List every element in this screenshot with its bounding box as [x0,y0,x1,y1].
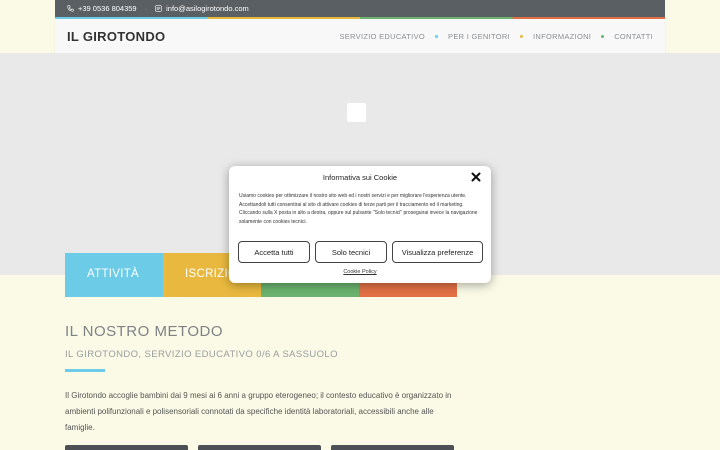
view-preferences-button[interactable]: Visualizza preferenze [392,241,483,263]
email-contact[interactable]: info@asilogirotondo.com [155,4,249,13]
button-row [65,445,454,450]
section-button[interactable] [331,445,454,450]
intro-paragraph: Il Girotondo accoglie bambini dai 9 mesi… [65,391,452,432]
contact-bar: +39 0536 804359 · info@asilogirotondo.co… [55,0,665,17]
section-button[interactable] [198,445,321,450]
phone-icon [67,5,74,12]
cookie-policy-link[interactable]: Cookie Policy [229,269,491,275]
slider-loader [347,103,366,122]
tab-attivita[interactable]: ATTIVITÀ [65,253,163,297]
main-nav: SERVIZIO EDUCATIVO PER I GENITORI INFORM… [339,32,653,41]
nav-dot [435,34,439,38]
phone-contact[interactable]: +39 0536 804359 [67,4,137,13]
section-divider [65,369,105,372]
nav-dot [520,34,524,38]
nav-per-i-genitori[interactable]: PER I GENITORI [448,32,510,41]
cookie-buttons: Accetta tutti Solo tecnici Visualizza pr… [238,241,483,263]
cookie-dialog: Informativa sui Cookie Usiamo cookies pe… [229,166,491,283]
contact-separator: · [144,4,148,13]
section-button[interactable] [65,445,188,450]
nav-servizio-educativo[interactable]: SERVIZIO EDUCATIVO [339,32,425,41]
nav-dot [601,34,605,38]
cookie-dialog-title: Informativa sui Cookie [322,173,398,182]
accept-all-button[interactable]: Accetta tutti [238,241,310,263]
cookie-dialog-text: Usiamo cookies per ottimizzare il nostro… [239,193,478,225]
close-icon[interactable] [471,172,481,182]
phone-number: +39 0536 804359 [78,4,137,13]
email-icon [155,5,162,12]
nav-contatti[interactable]: CONTATTI [614,32,653,41]
section-title: IL NOSTRO METODO [65,323,224,340]
only-technical-button[interactable]: Solo tecnici [315,241,387,263]
site-logo[interactable]: IL GIROTONDO [67,29,165,44]
email-address: info@asilogirotondo.com [166,4,249,13]
section-subtitle: IL GIROTONDO, SERVIZIO EDUCATIVO 0/6 A S… [65,349,338,360]
nav-informazioni[interactable]: INFORMAZIONI [533,32,591,41]
site-header: IL GIROTONDO SERVIZIO EDUCATIVO PER I GE… [55,19,665,53]
